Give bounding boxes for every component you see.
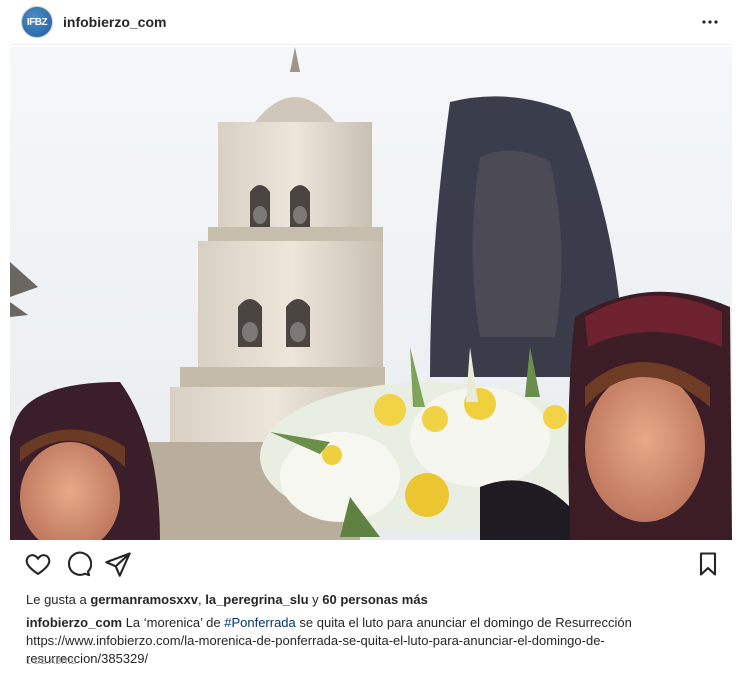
heart-icon[interactable] — [24, 550, 52, 578]
caption-username[interactable]: infobierzo_com — [26, 615, 122, 630]
post-caption: infobierzo_com La ‘morenica’ de #Ponferr… — [26, 614, 716, 668]
likes-prefix: Le gusta a — [26, 592, 91, 607]
caption-text: La ‘morenica’ de — [122, 615, 225, 630]
liker-link[interactable]: germanramosxxv — [90, 592, 198, 607]
likes-summary: Le gusta a germanramosxxv, la_peregrina_… — [26, 592, 428, 607]
paper-plane-icon[interactable] — [104, 550, 132, 578]
post-photo[interactable] — [10, 47, 732, 540]
avatar[interactable]: IFBZ — [21, 6, 53, 38]
bookmark-icon[interactable] — [694, 550, 722, 578]
more-options-icon[interactable] — [696, 10, 724, 34]
post-username[interactable]: infobierzo_com — [63, 14, 166, 30]
comment-icon[interactable] — [64, 550, 93, 578]
post-actions — [10, 548, 732, 580]
post-header: IFBZ infobierzo_com — [10, 0, 732, 45]
post-date[interactable]: 1 DE ABRIL — [26, 656, 76, 666]
procession-photo — [10, 47, 732, 540]
likes-others-link[interactable]: 60 personas más — [322, 592, 428, 607]
instagram-post: IFBZ infobierzo_com Le gusta a germanram… — [10, 0, 732, 682]
hashtag-link[interactable]: #Ponferrada — [224, 615, 296, 630]
likes-conjunction: y — [308, 592, 323, 607]
liker-link[interactable]: la_peregrina_slu — [205, 592, 308, 607]
